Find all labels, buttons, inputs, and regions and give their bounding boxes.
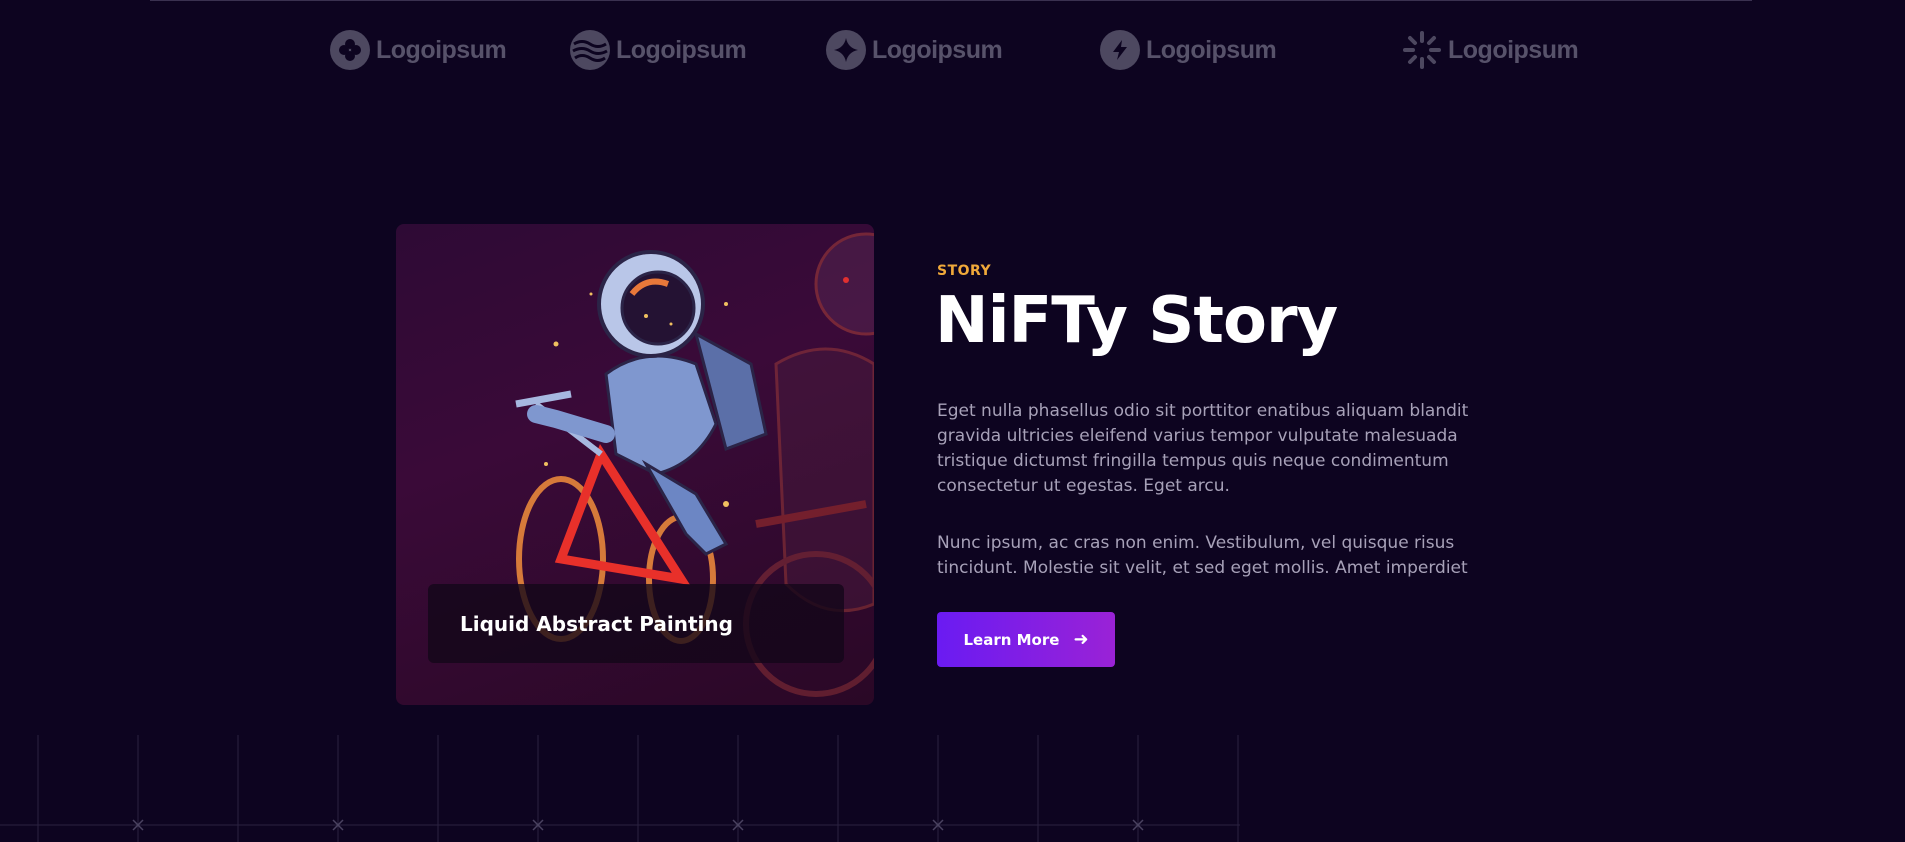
bolt-icon xyxy=(1100,30,1140,70)
partner-logo-text: Logoipsum xyxy=(872,35,1003,64)
partner-logo-1: Logoipsum xyxy=(330,30,507,70)
story-paragraph-2: Nunc ipsum, ac cras non enim. Vestibulum… xyxy=(937,533,1468,578)
partner-logo-5: Logoipsum xyxy=(1402,30,1579,70)
star-icon xyxy=(826,30,866,70)
arrow-right-icon: ➜ xyxy=(1073,629,1089,650)
top-divider xyxy=(150,0,1752,1)
section-title: NiFTy Story xyxy=(935,284,1338,358)
partner-logo-text: Logoipsum xyxy=(616,35,747,64)
partner-logo-text: Logoipsum xyxy=(1448,35,1579,64)
learn-more-button[interactable]: Learn More ➜ xyxy=(937,612,1115,667)
story-image-card: Liquid Abstract Painting xyxy=(396,224,874,705)
decorative-grid xyxy=(0,735,1240,842)
partner-logo-text: Logoipsum xyxy=(376,35,507,64)
waves-icon xyxy=(570,30,610,70)
partner-logo-2: Logoipsum xyxy=(570,30,747,70)
clover-icon xyxy=(330,30,370,70)
sun-icon xyxy=(1402,30,1442,70)
partner-logo-4: Logoipsum xyxy=(1100,30,1277,70)
card-caption: Liquid Abstract Painting xyxy=(428,584,844,663)
partner-logo-text: Logoipsum xyxy=(1146,35,1277,64)
partner-logo-3: Logoipsum xyxy=(826,30,1003,70)
section-eyebrow: STORY xyxy=(937,263,992,279)
story-paragraph-1: Eget nulla phasellus odio sit porttitor … xyxy=(937,401,1469,496)
learn-more-label: Learn More xyxy=(963,630,1060,649)
